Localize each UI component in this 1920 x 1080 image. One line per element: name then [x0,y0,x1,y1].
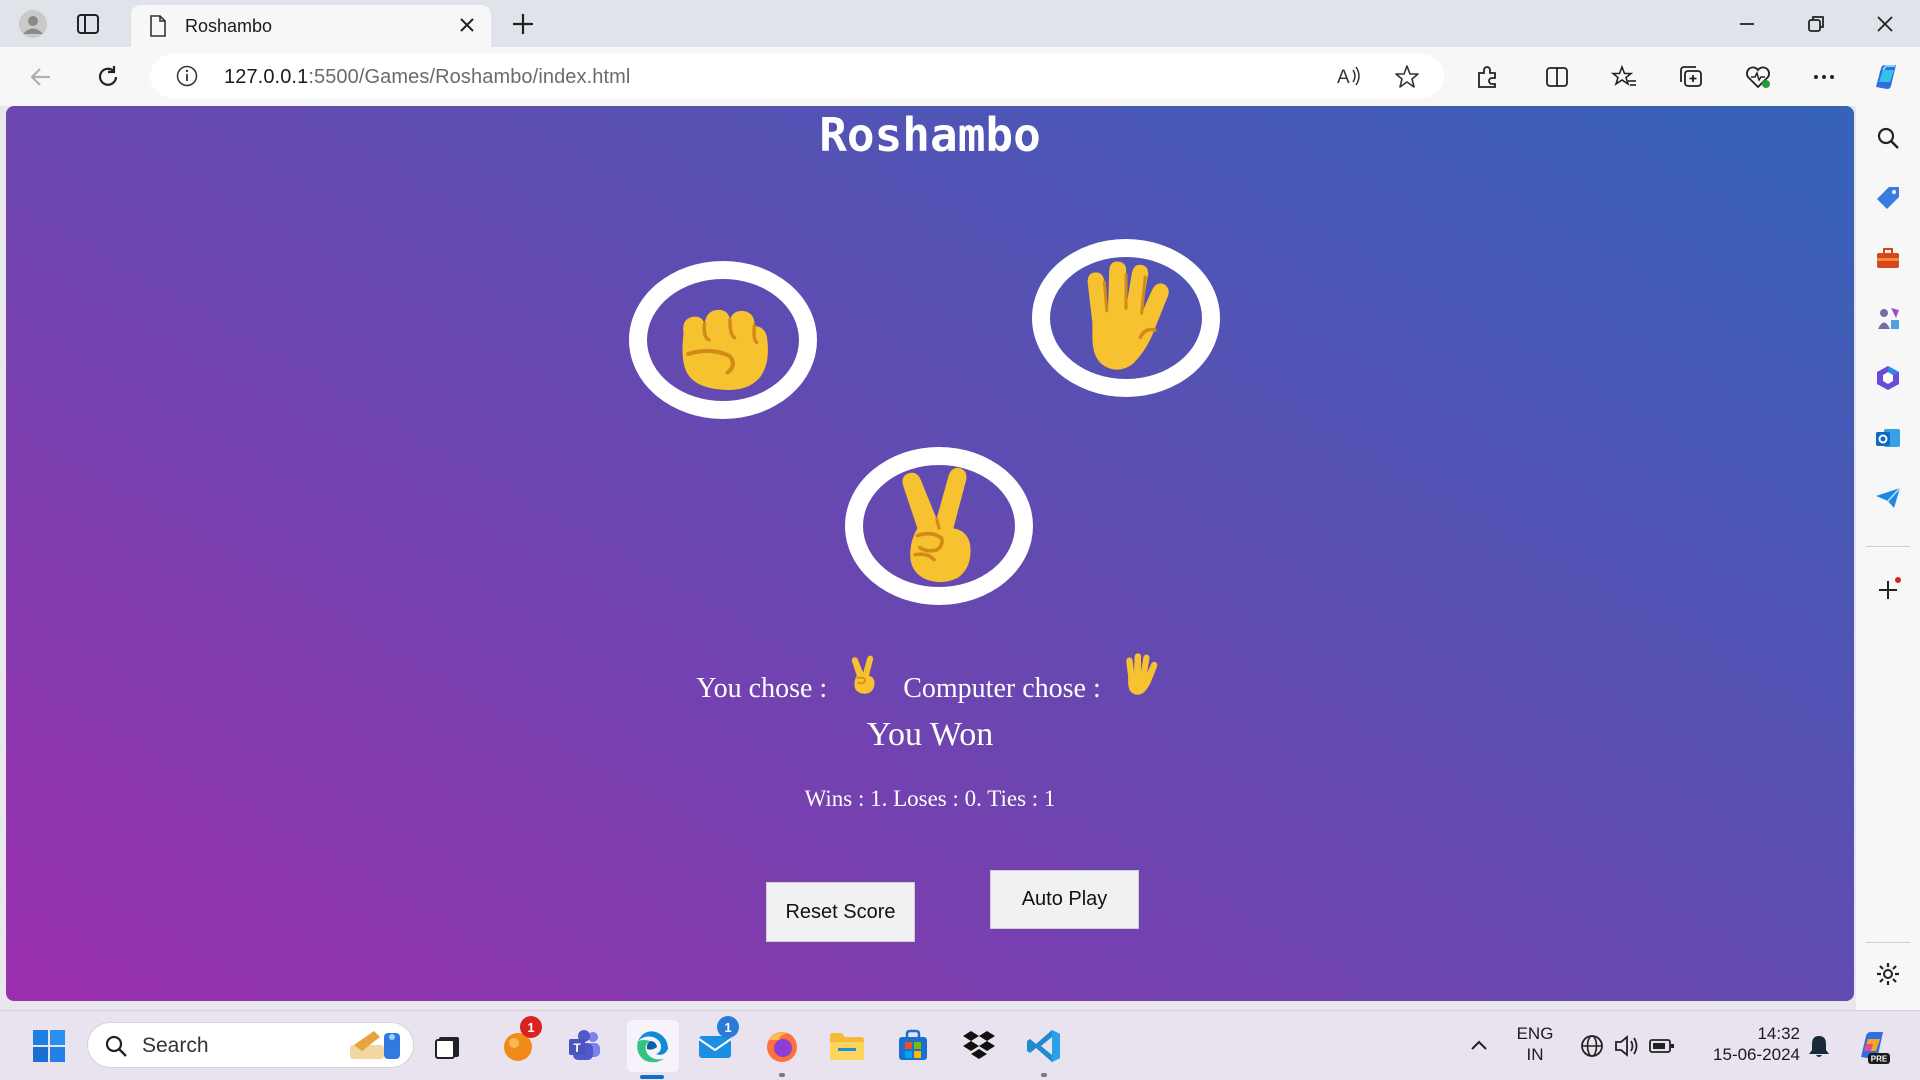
page-title: Roshambo [819,108,1041,162]
score-text: Wins : 1. Loses : 0. Ties : 1 [804,786,1056,811]
search-icon [104,1034,128,1063]
outlook-icon[interactable] [1872,422,1904,454]
taskbar-search[interactable]: Search [87,1022,414,1068]
shopping-tag-icon[interactable] [1872,182,1904,214]
site-info-icon[interactable] [176,65,198,92]
add-sidebar-app-icon[interactable] [1872,574,1904,606]
microsoft-store-icon[interactable] [891,1024,935,1068]
tab-title: Roshambo [185,16,273,36]
mail-icon[interactable]: 1 [693,1016,739,1068]
mail-badge: 1 [717,1016,739,1038]
tab-actions-icon[interactable] [70,6,106,42]
svg-text:T: T [573,1041,581,1055]
victory-hand-icon [844,653,884,705]
computer-chose-label: Computer chose : [903,673,1101,704]
page-icon [149,15,167,42]
notification-badge: 1 [520,1016,542,1038]
victory-hand-icon [902,467,971,583]
browser-titlebar: Roshambo [0,0,1920,47]
clock[interactable]: 14:32 15-06-2024 [1696,1023,1800,1065]
minimize-icon[interactable] [1717,8,1777,40]
reset-score-button[interactable]: Reset Score [766,882,915,942]
url-host: 127.0.0.1 [224,66,309,88]
search-highlight-icon [344,1027,406,1070]
tab-roshambo[interactable]: Roshambo [131,5,491,47]
teams-icon[interactable]: T [563,1024,607,1068]
svg-text:A: A [1337,67,1350,88]
vscode-icon[interactable] [1022,1024,1066,1068]
close-window-icon[interactable] [1855,8,1915,40]
favorites-icon[interactable] [1605,58,1643,96]
notifications-bell-icon[interactable] [1797,1024,1841,1068]
active-app-indicator [640,1075,664,1079]
raised-hand-icon [1118,652,1164,706]
url-path: :5500/Games/Roshambo/index.html [308,66,631,88]
address-bar[interactable]: 127.0.0.1:5500/Games/Roshambo/index.html… [150,54,1444,98]
dropbox-icon[interactable] [957,1024,1001,1068]
sidebar-divider-bottom [1866,942,1910,943]
language-indicator[interactable]: ENG IN [1509,1023,1561,1065]
new-tab-icon[interactable] [505,6,541,42]
restore-icon[interactable] [1786,8,1846,40]
clock-time: 14:32 [1757,1024,1800,1043]
task-view-icon[interactable] [426,1024,470,1068]
read-aloud-icon[interactable]: A [1336,64,1362,93]
show-hidden-icons[interactable] [1457,1024,1501,1068]
svg-text:PRE: PRE [1871,1055,1888,1064]
sidebar-settings-icon[interactable] [1872,958,1904,990]
refresh-icon[interactable] [89,58,127,96]
close-tab-icon[interactable] [457,15,477,40]
clock-date: 15-06-2024 [1713,1045,1800,1064]
microsoft-365-icon[interactable] [1872,362,1904,394]
sidebar-divider [1866,546,1910,547]
rock-button[interactable] [629,261,817,419]
orange-app-icon[interactable]: 1 [496,1016,542,1068]
edge-sidebar [1856,106,1920,1010]
vscode-running-indicator [1041,1073,1047,1077]
back-icon[interactable] [22,58,60,96]
tools-icon[interactable] [1872,242,1904,274]
scissors-button[interactable] [845,447,1033,605]
split-screen-icon[interactable] [1538,58,1576,96]
profile-icon[interactable] [15,6,51,42]
firefox-icon[interactable] [760,1024,804,1068]
result-text: You Won [866,716,994,753]
battery-icon[interactable] [1640,1024,1684,1068]
paper-button[interactable] [1032,239,1220,397]
edge-icon[interactable] [627,1020,679,1072]
browser-toolbar: 127.0.0.1:5500/Games/Roshambo/index.html… [0,47,1920,106]
browser-essentials-icon[interactable] [1739,58,1777,96]
more-options-icon[interactable] [1805,58,1843,96]
search-placeholder: Search [142,1034,209,1057]
url-text[interactable]: 127.0.0.1:5500/Games/Roshambo/index.html [224,66,630,89]
auto-play-button[interactable]: Auto Play [990,870,1139,929]
collections-icon[interactable] [1672,58,1710,96]
windows-start-icon[interactable] [27,1024,71,1068]
favorite-star-icon[interactable] [1394,64,1420,95]
moves-summary: You chose : Computer chose : [6,653,1854,716]
search-icon[interactable] [1872,122,1904,154]
extensions-icon[interactable] [1468,58,1506,96]
fist-icon [682,309,768,390]
windows-taskbar: Search 1 T 1 ENG IN 14:32 15-06-2024 PRE [0,1010,1920,1080]
send-icon[interactable] [1872,482,1904,514]
you-chose-label: You chose : [696,673,828,704]
language-code: ENG [1516,1024,1554,1043]
copilot-preview-icon[interactable]: PRE [1850,1024,1894,1068]
file-explorer-icon[interactable] [825,1024,869,1068]
firefox-running-indicator [779,1073,785,1077]
raised-hand-icon [1087,261,1169,370]
region-code: IN [1526,1045,1544,1064]
copilot-icon[interactable] [1867,58,1905,96]
page-viewport: Roshambo You chose : Computer chose : Yo… [6,106,1854,1001]
games-icon[interactable] [1872,302,1904,334]
